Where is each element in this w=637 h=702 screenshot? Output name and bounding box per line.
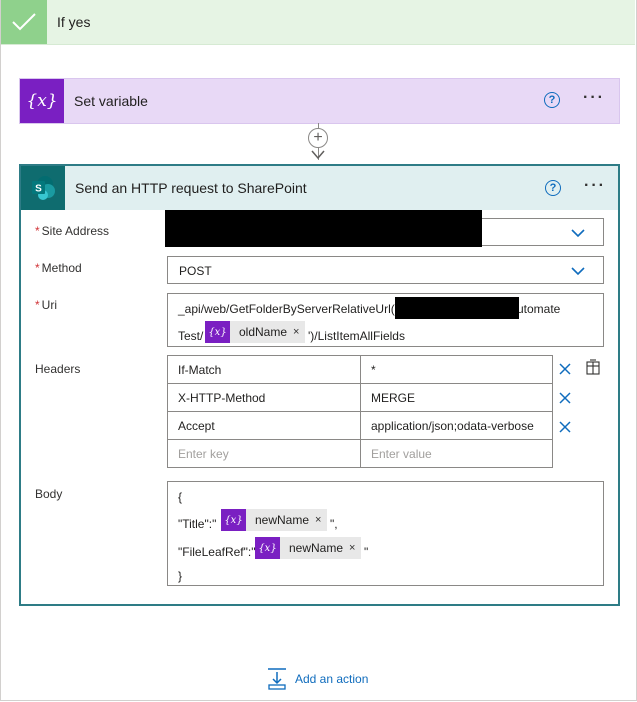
uri-line2-suffix: ')/ListItemAllFields — [308, 329, 405, 343]
method-value: POST — [179, 264, 212, 278]
site-address-label: * Site Address — [35, 224, 110, 238]
help-icon[interactable]: ? — [545, 180, 561, 196]
token-label: oldName — [239, 325, 288, 339]
http-request-title: Send an HTTP request to SharePoint — [75, 180, 307, 196]
token-label: newName — [255, 513, 310, 527]
dynamic-content-token[interactable]: {x} oldName × — [205, 321, 306, 343]
add-action-button[interactable]: Add an action — [267, 668, 368, 690]
delete-row-icon[interactable] — [559, 363, 571, 375]
header-row-empty: Enter key Enter value — [167, 439, 553, 468]
uri-input[interactable]: _api/web/GetFolderByServerRelativeUrl(' … — [167, 293, 604, 347]
body-label: Body — [35, 487, 63, 501]
method-label: * Method — [35, 261, 82, 275]
svg-text:S: S — [35, 184, 42, 195]
header-value-input[interactable]: MERGE — [360, 383, 553, 412]
header-key-input[interactable]: If-Match — [167, 355, 361, 384]
chevron-down-icon — [571, 267, 585, 276]
more-options-icon[interactable]: ··· — [583, 89, 605, 107]
variable-icon: {x} — [205, 321, 230, 343]
add-action-icon — [268, 668, 286, 690]
sharepoint-icon: S — [21, 166, 65, 210]
redacted-uri-segment — [395, 297, 519, 319]
body-line2-suffix: " — [364, 545, 369, 559]
body-line1-suffix: ", — [330, 517, 338, 531]
headers-table: If-Match * X-HTTP-Method MERGE Accept ap… — [167, 355, 553, 468]
set-variable-title: Set variable — [74, 93, 148, 109]
headers-label: Headers — [35, 362, 81, 376]
checkmark-icon — [1, 0, 47, 44]
uri-line2-prefix: Test/ — [178, 329, 204, 343]
more-options-icon[interactable]: ··· — [584, 177, 606, 195]
condition-branch-title: If yes — [57, 14, 91, 30]
dynamic-content-token[interactable]: {x} newName × — [221, 509, 328, 531]
header-key-input[interactable]: Accept — [167, 411, 361, 440]
variable-icon: {x} — [255, 537, 280, 559]
remove-token-icon[interactable]: × — [293, 326, 305, 338]
delete-row-icon[interactable] — [559, 421, 571, 433]
http-request-card-header[interactable]: S Send an HTTP request to SharePoint ? ·… — [21, 166, 618, 210]
condition-branch-header[interactable]: If yes — [1, 0, 635, 45]
remove-token-icon[interactable]: × — [315, 514, 327, 526]
header-row: X-HTTP-Method MERGE — [167, 383, 553, 412]
header-value-placeholder[interactable]: Enter value — [360, 439, 553, 468]
header-key-placeholder[interactable]: Enter key — [167, 439, 361, 468]
header-key-input[interactable]: X-HTTP-Method — [167, 383, 361, 412]
uri-label: * Uri — [35, 298, 57, 312]
method-dropdown[interactable]: POST — [167, 256, 604, 284]
header-row: If-Match * — [167, 355, 553, 384]
http-request-card: S Send an HTTP request to SharePoint ? ·… — [19, 164, 620, 606]
body-open-brace: { — [178, 490, 183, 504]
uri-line1-prefix: _api/web/GetFolderByServerRelativeUrl(' — [178, 302, 398, 316]
add-action-label: Add an action — [295, 672, 369, 686]
dynamic-content-token[interactable]: {x} newName × — [255, 537, 362, 559]
switch-to-text-mode-icon[interactable] — [586, 359, 600, 375]
arrow-down-icon — [311, 150, 325, 160]
header-value-input[interactable]: * — [360, 355, 553, 384]
delete-row-icon[interactable] — [559, 392, 571, 404]
variable-icon: {x} — [221, 509, 246, 531]
redacted-site-address — [165, 210, 482, 247]
chevron-down-icon — [571, 229, 585, 238]
body-line1-prefix: "Title":" — [178, 517, 217, 531]
variable-icon: {x} — [20, 79, 64, 123]
header-value-input[interactable]: application/json;odata-verbose — [360, 411, 553, 440]
body-line2-prefix: "FileLeafRef":" — [178, 545, 256, 559]
help-icon[interactable]: ? — [544, 92, 560, 108]
insert-step-button[interactable]: + — [308, 128, 328, 148]
remove-token-icon[interactable]: × — [349, 542, 361, 554]
body-close-brace: } — [178, 569, 183, 583]
header-row: Accept application/json;odata-verbose — [167, 411, 553, 440]
body-input[interactable]: { "Title":" {x} newName × ", "FileLeafRe… — [167, 481, 604, 586]
set-variable-card[interactable]: {x} Set variable ? ··· — [19, 78, 620, 124]
uri-line1-suffix: utomate — [517, 302, 561, 316]
token-label: newName — [289, 541, 344, 555]
